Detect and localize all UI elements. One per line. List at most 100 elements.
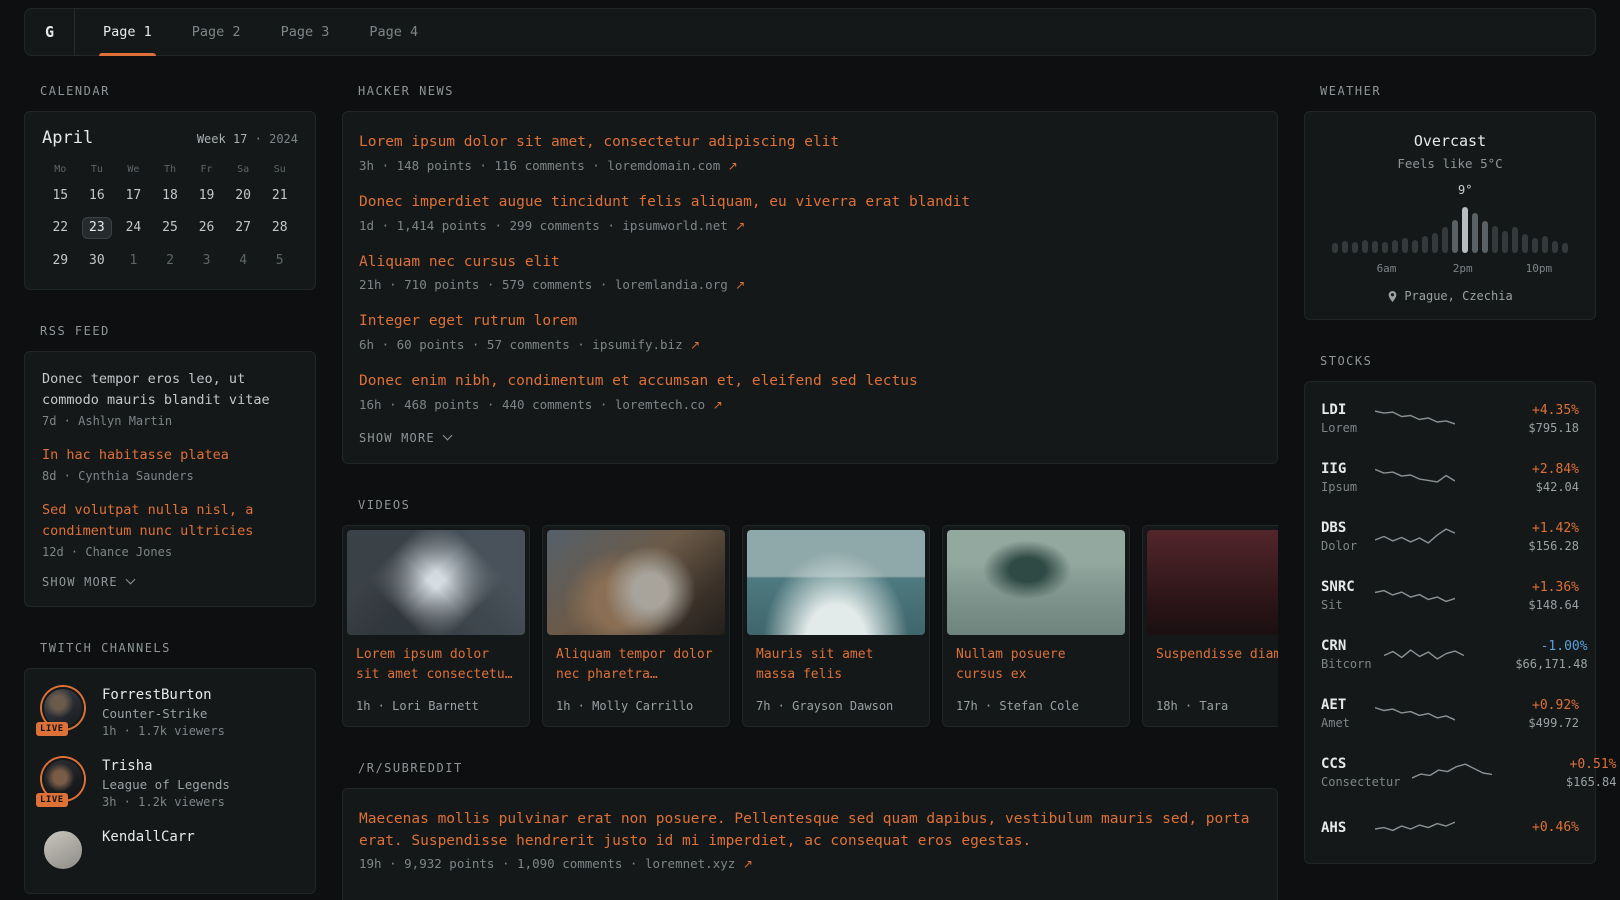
stock-sparkline bbox=[1375, 405, 1455, 433]
stock-row[interactable]: SNRC Sit +1.36% $148.64 bbox=[1321, 566, 1579, 625]
avatar-wrap bbox=[42, 829, 88, 875]
rss-title-link[interactable]: In hac habitasse platea bbox=[42, 445, 298, 466]
calendar-header: CALENDAR bbox=[40, 84, 316, 98]
left-column: CALENDAR April Week 17 · 2024 Mo Tu We T… bbox=[24, 84, 316, 900]
calendar-day-names: Mo Tu We Th Fr Sa Su bbox=[42, 164, 298, 175]
video-card[interactable]: Nullam posuere cursus ex 17h · Stefan Co… bbox=[942, 525, 1130, 727]
rss-item: Donec tempor eros leo, ut commodo mauris… bbox=[42, 369, 298, 428]
stock-price: $42.04 bbox=[1467, 480, 1579, 494]
weather-bar bbox=[1452, 220, 1458, 253]
calendar-week-label: Week 17 · 2024 bbox=[197, 132, 298, 146]
calendar-day: 16 bbox=[79, 185, 116, 206]
video-card[interactable]: Aliquam tempor dolor nec pharetra… 1h · … bbox=[542, 525, 730, 727]
weather-bar bbox=[1502, 231, 1508, 253]
video-title[interactable]: Aliquam tempor dolor nec pharetra… bbox=[556, 645, 716, 685]
stocks-header: STOCKS bbox=[1320, 354, 1596, 368]
chevron-down-icon bbox=[125, 575, 135, 585]
hn-title-link[interactable]: Aliquam nec cursus elit bbox=[359, 252, 1261, 274]
stock-change: +0.51% bbox=[1504, 757, 1616, 772]
stock-name: Sit bbox=[1321, 598, 1363, 612]
video-thumbnail[interactable] bbox=[947, 530, 1125, 635]
calendar-grid: 15 16 17 18 19 20 21 22 23 24 25 26 27 2… bbox=[42, 185, 298, 271]
hn-item: Lorem ipsum dolor sit amet, consectetur … bbox=[359, 132, 1261, 173]
stock-row[interactable]: DBS Dolor +1.42% $156.28 bbox=[1321, 507, 1579, 566]
twitch-channel[interactable]: KendallCarr bbox=[42, 829, 298, 875]
external-link-icon[interactable]: ↗ bbox=[735, 219, 745, 233]
tab-page-2[interactable]: Page 2 bbox=[178, 9, 255, 55]
channel-name[interactable]: Trisha bbox=[102, 758, 230, 774]
video-thumbnail[interactable] bbox=[747, 530, 925, 635]
stock-name: Lorem bbox=[1321, 421, 1363, 435]
stock-change: +0.92% bbox=[1467, 698, 1579, 713]
tab-page-4[interactable]: Page 4 bbox=[355, 9, 432, 55]
channel-meta: 3h · 1.2k viewers bbox=[102, 795, 230, 809]
calendar-day: 15 bbox=[42, 185, 79, 206]
twitch-channel[interactable]: LIVE Trisha League of Legends 3h · 1.2k … bbox=[42, 758, 298, 809]
video-title[interactable]: Mauris sit amet massa felis bbox=[756, 645, 916, 685]
rss-item: Sed volutpat nulla nisl, a condimentum n… bbox=[42, 500, 298, 559]
show-more-button[interactable]: SHOW MORE bbox=[42, 575, 134, 589]
weather-bar bbox=[1402, 238, 1408, 253]
video-title[interactable]: Lorem ipsum dolor sit amet consectetu… bbox=[356, 645, 516, 685]
hn-title-link[interactable]: Donec imperdiet augue tincidunt felis al… bbox=[359, 192, 1261, 214]
video-card[interactable]: Mauris sit amet massa felis 7h · Grayson… bbox=[742, 525, 930, 727]
hn-meta: 3h · 148 points · 116 comments · loremdo… bbox=[359, 158, 1261, 173]
dashboard-page: G Page 1 Page 2 Page 3 Page 4 CALENDAR A… bbox=[0, 0, 1620, 900]
calendar-day: 24 bbox=[115, 217, 152, 239]
stock-change: +0.46% bbox=[1467, 820, 1579, 835]
external-link-icon[interactable]: ↗ bbox=[743, 857, 753, 871]
calendar-day: 20 bbox=[225, 185, 262, 206]
stock-row[interactable]: CRN Bitcorn -1.00% $66,171.48 bbox=[1321, 625, 1579, 684]
video-thumbnail[interactable] bbox=[547, 530, 725, 635]
video-meta: 17h · Stefan Cole bbox=[956, 699, 1116, 713]
calendar-day: 18 bbox=[152, 185, 189, 206]
external-link-icon[interactable]: ↗ bbox=[735, 278, 745, 292]
video-title[interactable]: Nullam posuere cursus ex bbox=[956, 645, 1116, 685]
time-label: 2pm bbox=[1453, 262, 1473, 275]
weather-bar bbox=[1512, 227, 1518, 253]
stock-change: +2.84% bbox=[1467, 462, 1579, 477]
external-link-icon[interactable]: ↗ bbox=[713, 398, 723, 412]
rss-meta: 12d · Chance Jones bbox=[42, 545, 298, 559]
hn-title-link[interactable]: Integer eget rutrum lorem bbox=[359, 311, 1261, 333]
weather-bar bbox=[1552, 241, 1558, 253]
video-thumbnail[interactable] bbox=[347, 530, 525, 635]
show-more-button[interactable]: SHOW MORE bbox=[359, 431, 451, 445]
stock-row[interactable]: IIG Ipsum +2.84% $42.04 bbox=[1321, 448, 1579, 507]
tab-page-1[interactable]: Page 1 bbox=[89, 9, 166, 55]
stock-change: +4.35% bbox=[1467, 403, 1579, 418]
channel-name[interactable]: ForrestBurton bbox=[102, 687, 225, 703]
stock-price: $499.72 bbox=[1467, 716, 1579, 730]
hn-title-link[interactable]: Donec enim nibh, condimentum et accumsan… bbox=[359, 371, 1261, 393]
reddit-post-title-link[interactable]: Maecenas mollis pulvinar erat non posuer… bbox=[359, 809, 1261, 853]
twitch-channel[interactable]: LIVE ForrestBurton Counter-Strike 1h · 1… bbox=[42, 687, 298, 738]
stock-row[interactable]: CCS Consectetur +0.51% $165.84 bbox=[1321, 743, 1579, 802]
stock-row[interactable]: AHS +0.46% bbox=[1321, 802, 1579, 856]
video-card[interactable]: Suspendisse diam 18h · Tara bbox=[1142, 525, 1278, 727]
hn-item: Donec enim nibh, condimentum et accumsan… bbox=[359, 371, 1261, 412]
stock-sparkline bbox=[1412, 759, 1492, 787]
weather-bar bbox=[1482, 221, 1488, 253]
calendar-day: 25 bbox=[152, 217, 189, 239]
calendar-month: April bbox=[42, 128, 93, 148]
channel-name[interactable]: KendallCarr bbox=[102, 829, 195, 845]
stock-symbol: CRN bbox=[1321, 638, 1372, 654]
external-link-icon[interactable]: ↗ bbox=[690, 338, 700, 352]
rss-title-link[interactable]: Donec tempor eros leo, ut commodo mauris… bbox=[42, 369, 298, 411]
app-logo[interactable]: G bbox=[25, 9, 75, 55]
calendar-day-today: 23 bbox=[82, 217, 112, 239]
stock-row[interactable]: LDI Lorem +4.35% $795.18 bbox=[1321, 389, 1579, 448]
time-label: 10pm bbox=[1526, 262, 1553, 275]
video-thumbnail[interactable] bbox=[1147, 530, 1278, 635]
tab-page-3[interactable]: Page 3 bbox=[267, 9, 344, 55]
stock-row[interactable]: AET Amet +0.92% $499.72 bbox=[1321, 684, 1579, 743]
weather-bar bbox=[1462, 207, 1468, 253]
weather-times: 6am 2pm 10pm bbox=[1323, 262, 1577, 277]
stock-change: +1.42% bbox=[1467, 521, 1579, 536]
hn-title-link[interactable]: Lorem ipsum dolor sit amet, consectetur … bbox=[359, 132, 1261, 154]
external-link-icon[interactable]: ↗ bbox=[728, 159, 738, 173]
video-title[interactable]: Suspendisse diam bbox=[1156, 645, 1278, 665]
hn-meta: 1d · 1,414 points · 299 comments · ipsum… bbox=[359, 218, 1261, 233]
rss-title-link[interactable]: Sed volutpat nulla nisl, a condimentum n… bbox=[42, 500, 298, 542]
video-card[interactable]: Lorem ipsum dolor sit amet consectetu… 1… bbox=[342, 525, 530, 727]
